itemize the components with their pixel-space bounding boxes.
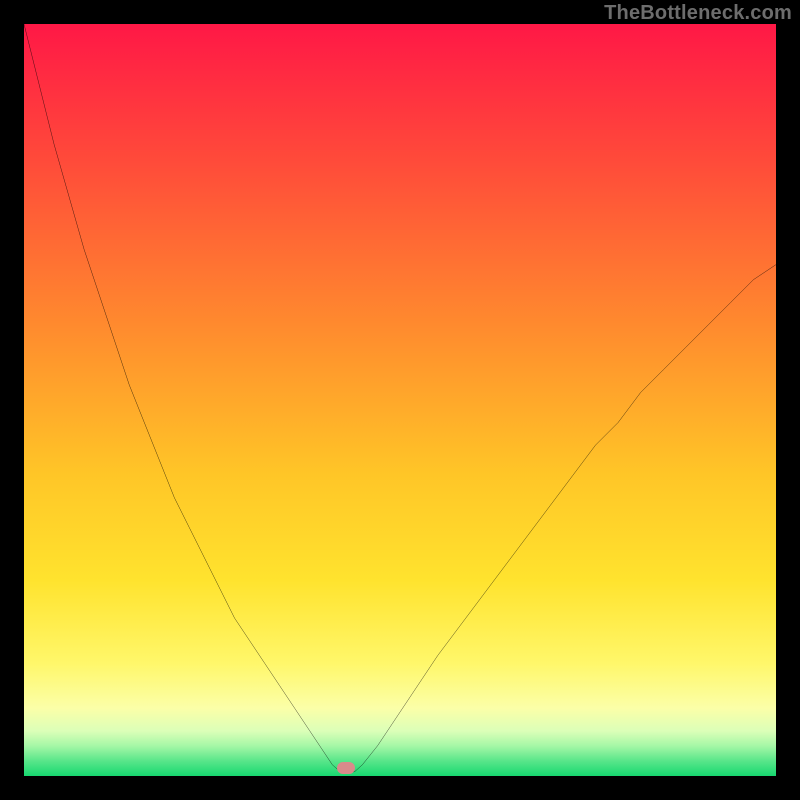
bottleneck-curve (24, 24, 776, 776)
plot-area (24, 24, 776, 776)
watermark-text: TheBottleneck.com (604, 2, 792, 25)
chart-frame: TheBottleneck.com (0, 0, 800, 800)
minimum-marker (337, 762, 355, 774)
